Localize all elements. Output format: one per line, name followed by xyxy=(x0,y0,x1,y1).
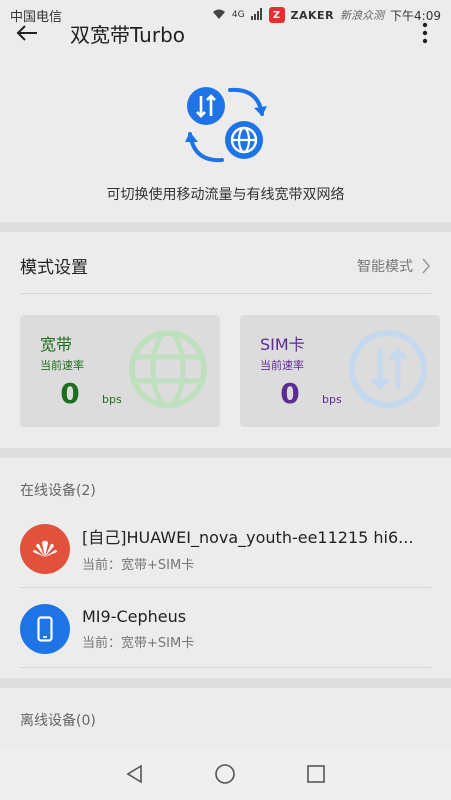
sim-speed-value: 0 xyxy=(280,377,300,410)
huawei-logo-icon xyxy=(20,523,70,574)
back-arrow-icon[interactable] xyxy=(16,18,48,48)
device-status: 当前：宽带+SIM卡 xyxy=(82,635,195,651)
globe-icon xyxy=(129,330,207,408)
device-list-item[interactable]: MI9-Cepheus 当前：宽带+SIM卡 xyxy=(20,590,431,668)
sim-speed-card[interactable]: SIM卡 当前速率 0 bps xyxy=(240,315,440,427)
device-list-item[interactable]: [自己]HUAWEI_nova_youth-ee11215 hi6... 当前：… xyxy=(20,510,431,588)
broadband-card-title: 宽带 xyxy=(40,335,73,354)
online-devices-header: 在线设备(2) xyxy=(20,483,96,499)
device-text: MI9-Cepheus 当前：宽带+SIM卡 xyxy=(82,607,428,651)
device-status: 当前：宽带+SIM卡 xyxy=(82,558,195,573)
device-text: [自己]HUAWEI_nova_youth-ee11215 hi6... 当前：… xyxy=(82,524,428,573)
nav-home-icon[interactable] xyxy=(210,759,240,789)
broadband-speed-unit: bps xyxy=(102,393,122,406)
broadband-card-subtitle: 当前速率 xyxy=(40,359,84,372)
chevron-right-icon xyxy=(422,257,431,274)
sim-card-subtitle: 当前速率 xyxy=(260,359,304,372)
mode-setting-row[interactable]: 模式设置 智能模式 xyxy=(20,238,431,294)
mode-setting-label: 模式设置 xyxy=(20,258,88,278)
dual-network-icon xyxy=(184,84,268,164)
section-divider xyxy=(0,222,451,232)
offline-devices-header: 离线设备(0) xyxy=(20,713,96,729)
device-name: [自己]HUAWEI_nova_youth-ee11215 hi6... xyxy=(82,528,414,547)
hero-description: 可切换使用移动流量与有线宽带双网络 xyxy=(106,187,345,203)
section-divider xyxy=(0,678,451,688)
mode-value-group: 智能模式 xyxy=(357,256,431,276)
more-options-icon[interactable] xyxy=(415,18,435,48)
system-nav-bar xyxy=(0,748,451,800)
broadband-speed-value: 0 xyxy=(60,377,80,410)
phone-icon xyxy=(20,603,70,654)
sim-card-title: SIM卡 xyxy=(260,335,305,354)
mode-setting-value: 智能模式 xyxy=(357,258,413,275)
page-title: 双宽带Turbo xyxy=(70,22,186,47)
app-bar: 双宽带Turbo xyxy=(0,18,451,48)
data-transfer-icon xyxy=(349,330,427,408)
device-name: MI9-Cepheus xyxy=(82,606,187,626)
nav-recents-icon[interactable] xyxy=(301,759,331,789)
broadband-speed-card[interactable]: 宽带 当前速率 0 bps xyxy=(20,315,220,427)
sim-speed-unit: bps xyxy=(322,393,342,406)
nav-back-icon[interactable] xyxy=(120,759,150,789)
section-divider xyxy=(0,448,451,458)
